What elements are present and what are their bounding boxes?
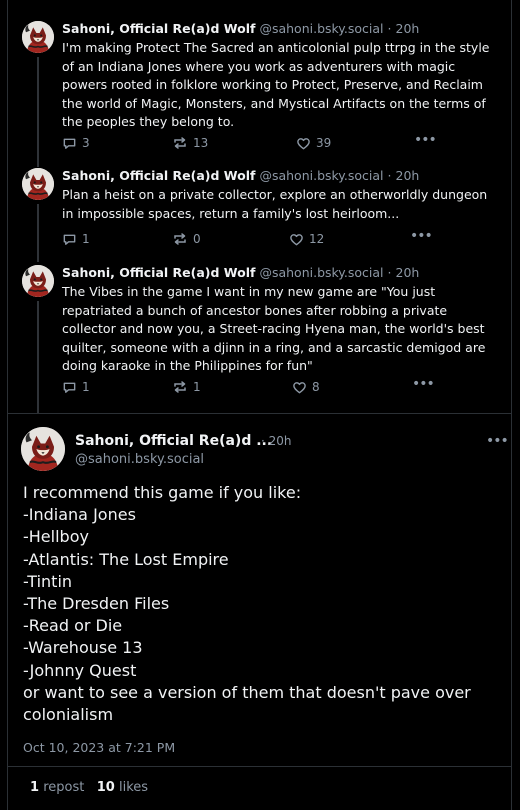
more-icon: ••• — [410, 228, 433, 244]
repost-count: 1 — [193, 380, 201, 394]
post-text-line: -Atlantis: The Lost Empire — [23, 549, 229, 569]
reply-count: 1 — [82, 380, 90, 394]
separator-dot: · — [387, 21, 392, 36]
heart-icon — [296, 136, 311, 151]
author-handle[interactable]: @sahoni.bsky.social — [75, 452, 204, 467]
repost-button[interactable]: 1 — [172, 379, 201, 395]
separator-dot: · — [387, 168, 392, 183]
like-button[interactable]: 39 — [296, 135, 331, 151]
post-text: The Vibes in the game I want in my new g… — [62, 284, 486, 373]
post-text: Plan a heist on a private collector, exp… — [62, 187, 488, 221]
more-icon: ••• — [486, 433, 509, 449]
avatar[interactable] — [22, 21, 54, 53]
more-icon: ••• — [412, 376, 435, 392]
repost-icon — [172, 231, 188, 247]
avatar[interactable] — [22, 265, 54, 297]
post-time[interactable]: 20h — [396, 265, 420, 280]
post-text-line: -Johnny Quest — [23, 660, 137, 680]
heart-icon — [292, 380, 307, 395]
repost-count: 0 — [193, 232, 201, 246]
author-name[interactable]: Sahoni, Official Re(a)d ... — [75, 432, 272, 450]
more-options-button[interactable]: ••• — [414, 132, 437, 148]
thread-connector-line — [37, 146, 39, 152]
author-name[interactable]: Sahoni, Official Re(a)d Wolf — [62, 265, 255, 280]
post-text: I recommend this game if you like: -Indi… — [23, 482, 493, 726]
repost-count: 13 — [193, 136, 209, 150]
reply-icon — [62, 232, 77, 247]
author-handle[interactable]: @sahoni.bsky.social — [259, 265, 383, 280]
repost-button[interactable]: 0 — [172, 231, 201, 247]
post-header: Sahoni, Official Re(a)d Wolf @sahoni.bsk… — [62, 168, 419, 184]
more-options-button[interactable]: ••• — [410, 228, 433, 244]
post-thread-view: Sahoni, Official Re(a)d Wolf @sahoni.bsk… — [7, 0, 512, 810]
post-actions: 3 13 39 ••• — [62, 132, 452, 151]
reply-icon — [62, 136, 77, 151]
like-count: 39 — [316, 136, 332, 150]
author-handle[interactable]: @sahoni.bsky.social — [259, 21, 383, 36]
reply-button[interactable]: 1 — [62, 379, 90, 395]
like-count: 12 — [309, 232, 325, 246]
reply-icon — [62, 380, 77, 395]
repost-label: repost — [43, 780, 85, 795]
avatar[interactable] — [22, 168, 54, 200]
reply-button[interactable]: 3 — [62, 135, 90, 151]
repost-stat[interactable]: 1 repost — [30, 780, 84, 795]
post-text-line: -Indiana Jones — [23, 505, 136, 525]
reply-count: 3 — [82, 136, 90, 150]
post-text-line: -The Dresden Files — [23, 594, 170, 614]
post-time[interactable]: 20h — [396, 168, 420, 183]
post-text-line: -Warehouse 13 — [23, 638, 143, 658]
more-options-button[interactable]: ••• — [412, 376, 435, 392]
post-header: Sahoni, Official Re(a)d Wolf @sahoni.bsk… — [62, 21, 419, 37]
post-text-line: I recommend this game if you like: — [23, 483, 302, 502]
like-count: 10 — [96, 780, 115, 795]
post-text-line: -Hellboy — [23, 527, 89, 547]
repost-icon — [172, 379, 188, 395]
reply-button[interactable]: 1 — [62, 231, 90, 247]
post-text: I'm making Protect The Sacred an anticol… — [62, 40, 490, 129]
post-time-group[interactable]: · 20h — [261, 434, 292, 448]
repost-button[interactable]: 13 — [172, 135, 208, 151]
like-button[interactable]: 8 — [292, 379, 320, 395]
more-icon: ••• — [414, 132, 437, 148]
like-stat[interactable]: 10 likes — [97, 780, 148, 795]
author-name[interactable]: Sahoni, Official Re(a)d Wolf — [62, 168, 255, 183]
post-text-line: -Tintin — [23, 571, 73, 591]
main-post: Sahoni, Official Re(a)d ... · 20h @sahon… — [8, 414, 513, 810]
author-handle[interactable]: @sahoni.bsky.social — [259, 168, 383, 183]
like-count: 8 — [312, 380, 320, 394]
repost-icon — [172, 135, 188, 151]
post-actions: 1 1 8 ••• — [62, 376, 452, 395]
divider — [8, 766, 511, 767]
heart-icon — [289, 232, 304, 247]
like-label: likes — [118, 780, 149, 795]
repost-count: 1 — [30, 780, 40, 795]
post-timestamp[interactable]: Oct 10, 2023 at 7:21 PM — [23, 740, 175, 755]
thread-connector-line — [37, 252, 39, 257]
separator-dot: · — [387, 265, 392, 280]
post-time[interactable]: 20h — [269, 434, 292, 448]
thread-connector-line — [37, 301, 39, 414]
engagement-stats: 1 repost 10 likes — [30, 780, 148, 795]
avatar[interactable] — [21, 427, 65, 471]
post-text-line: or want to see a version of them that do… — [23, 682, 471, 725]
like-button[interactable]: 12 — [289, 231, 324, 247]
post-time[interactable]: 20h — [396, 21, 420, 36]
post-header: Sahoni, Official Re(a)d Wolf @sahoni.bsk… — [62, 265, 419, 281]
more-options-button[interactable]: ••• — [486, 433, 509, 449]
separator-dot: · — [261, 434, 265, 448]
author-name[interactable]: Sahoni, Official Re(a)d Wolf — [62, 21, 255, 36]
post-actions: 1 0 12 ••• — [62, 228, 452, 247]
reply-count: 1 — [82, 232, 90, 246]
post-text-line: -Read or Die — [23, 616, 123, 636]
